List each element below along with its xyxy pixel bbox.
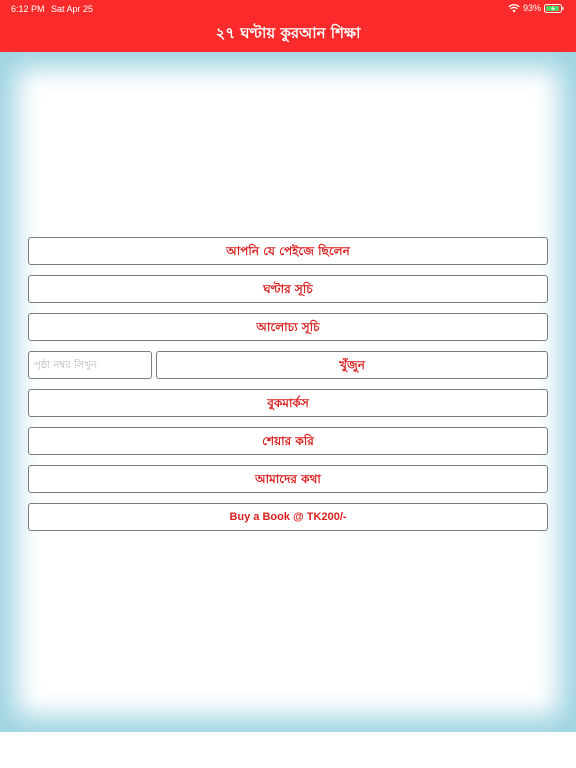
page-number-input[interactable] [28,351,152,379]
hour-index-button[interactable]: ঘণ্টার সূচি [28,275,548,303]
topic-index-button[interactable]: আলোচ্য সূচি [28,313,548,341]
last-page-button[interactable]: আপনি যে পেইজে ছিলেন [28,237,548,265]
page-title: ২৭ ঘণ্টায় কুরআন শিক্ষা [215,24,361,42]
status-date: Sat Apr 25 [51,4,94,14]
battery-charging-icon [544,3,564,13]
status-bar: 6:12 PM Sat Apr 25 93% [0,0,576,18]
about-button[interactable]: আমাদের কথা [28,465,548,493]
app-header: 6:12 PM Sat Apr 25 93% ২৭ ঘণ্টায় কুরআন … [0,0,576,52]
share-button[interactable]: শেয়ার করি [28,427,548,455]
status-time: 6:12 PM [11,4,45,14]
bookmarks-button[interactable]: বুকমার্কস [28,389,548,417]
wifi-icon [508,4,520,13]
buy-book-button[interactable]: Buy a Book @ TK200/- [28,503,548,531]
battery-percent: 93% [522,3,541,13]
status-indicators: 93% [508,3,564,13]
page-search-row: খুঁজুন [28,351,548,379]
search-button[interactable]: খুঁজুন [156,351,548,379]
